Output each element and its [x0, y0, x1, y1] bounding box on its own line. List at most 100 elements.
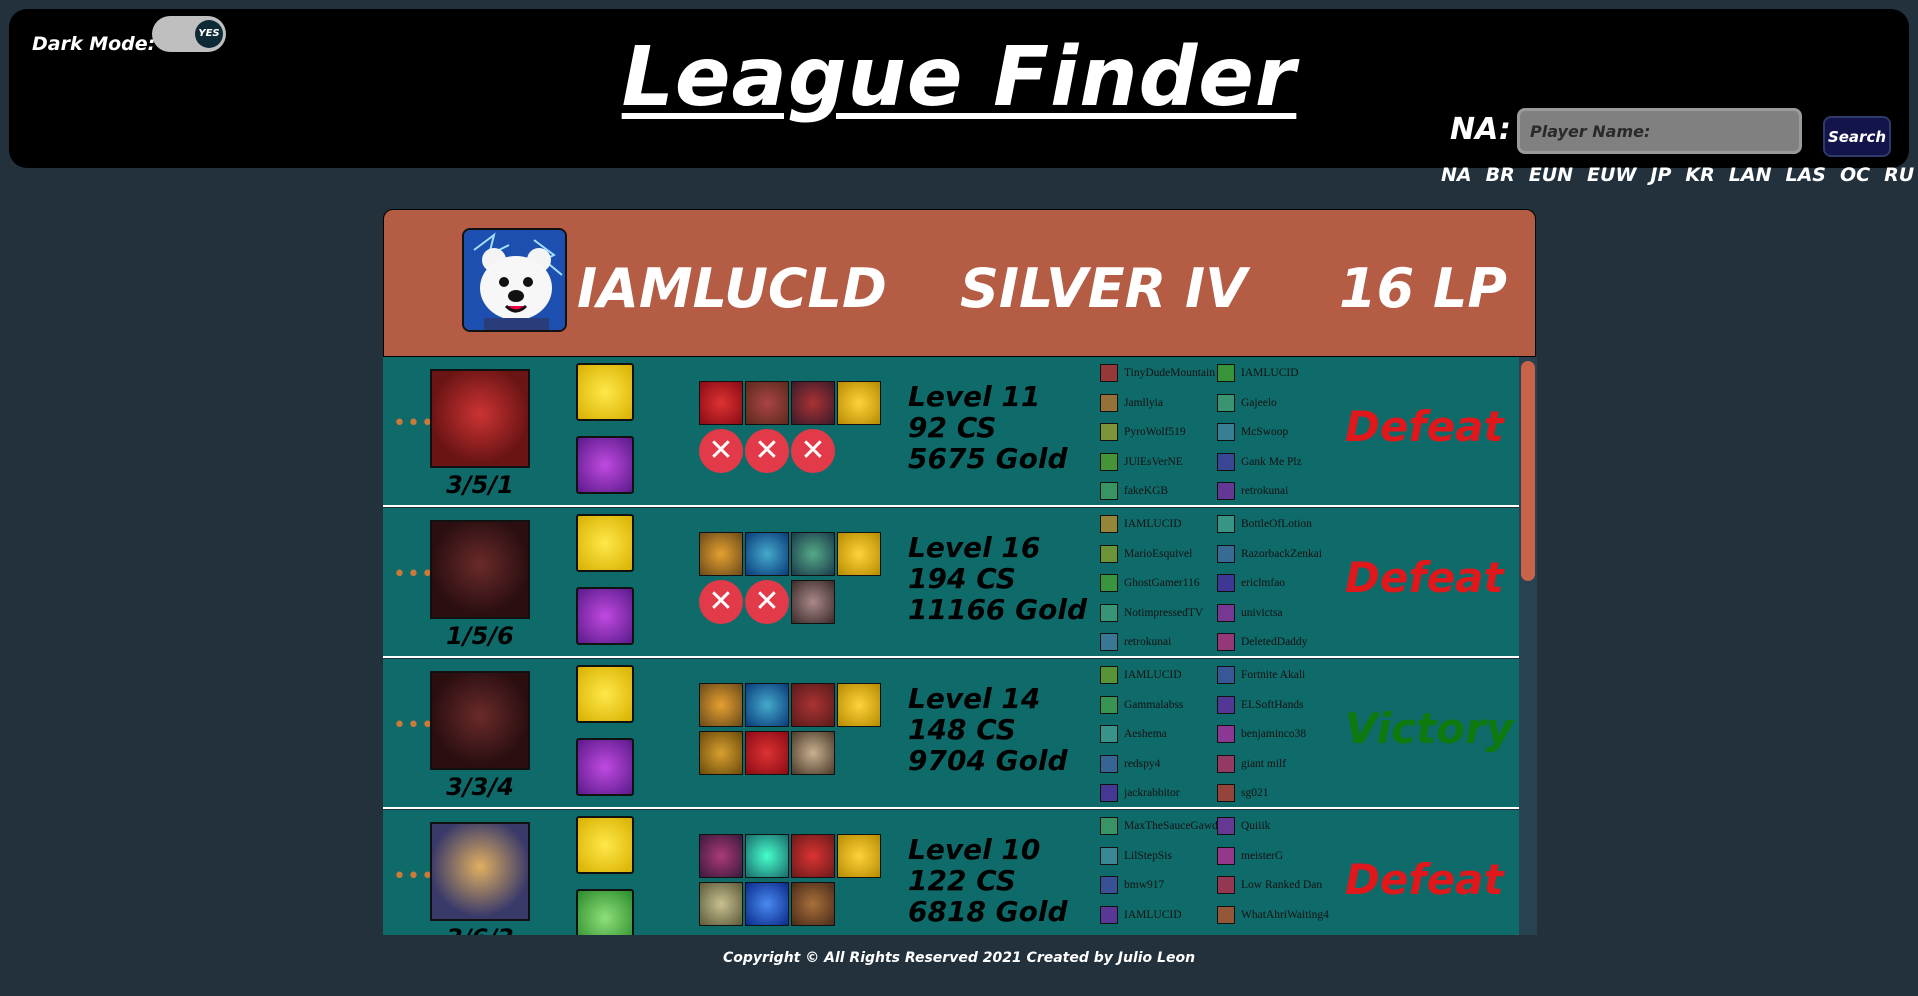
player-name[interactable]: giant milf	[1241, 758, 1341, 771]
player-name[interactable]: Fortnite Akali	[1241, 669, 1341, 682]
match-row: ••• 3/3/4 Level 14 148 CS 9704 Gold IAMLU…	[383, 659, 1519, 809]
player-entry[interactable]: GhostGamer116	[1100, 574, 1220, 600]
player-entry[interactable]: retrokunai	[1217, 482, 1337, 508]
player-entry[interactable]: LilStepSis	[1100, 846, 1220, 873]
player-name[interactable]: Gank Me Plz	[1241, 456, 1341, 469]
player-entry[interactable]: IAMLUCID	[1217, 364, 1337, 390]
player-name[interactable]: IAMLUCID	[1124, 909, 1224, 922]
player-entry[interactable]: TinyDudeMountain	[1100, 364, 1220, 390]
player-entry[interactable]: benjaminco38	[1217, 725, 1337, 751]
player-name[interactable]: LilStepSis	[1124, 850, 1224, 863]
player-name[interactable]: sg021	[1241, 787, 1341, 800]
region-link[interactable]: JP	[1650, 164, 1671, 186]
region-link[interactable]: BR	[1486, 164, 1515, 186]
region-link[interactable]: EUW	[1587, 164, 1636, 186]
more-options-icon[interactable]: •••	[393, 866, 434, 888]
player-name[interactable]: retrokunai	[1124, 636, 1224, 649]
player-entry[interactable]: Gammalabss	[1100, 695, 1220, 722]
more-options-icon[interactable]: •••	[393, 564, 434, 586]
player-name[interactable]: TinyDudeMountain	[1124, 367, 1224, 380]
scrollbar[interactable]	[1519, 357, 1537, 935]
player-entry[interactable]: Gank Me Plz	[1217, 452, 1337, 479]
player-entry[interactable]: ericlmfao	[1217, 574, 1337, 600]
player-entry[interactable]: meisterG	[1217, 846, 1337, 873]
player-entry[interactable]: bmw917	[1100, 876, 1220, 902]
player-name[interactable]: NotimpressedTV	[1124, 607, 1224, 620]
player-entry[interactable]: JUlEsVerNE	[1100, 452, 1220, 479]
player-entry[interactable]: fakeKGB	[1100, 482, 1220, 508]
player-name[interactable]: MarioEsquivel	[1124, 548, 1224, 561]
player-entry[interactable]: Aeshema	[1100, 725, 1220, 751]
player-name-input[interactable]	[1517, 108, 1802, 154]
player-name[interactable]: IAMLUCID	[1241, 367, 1341, 380]
site-title: League Finder	[621, 30, 1297, 125]
region-link[interactable]: LAN	[1729, 164, 1772, 186]
more-options-icon[interactable]: •••	[393, 715, 434, 737]
player-name[interactable]: bmw917	[1124, 879, 1224, 892]
player-name[interactable]: retrokunai	[1241, 485, 1341, 498]
player-entry[interactable]: BottleOfLotion	[1217, 515, 1337, 541]
player-name[interactable]: DeletedDaddy	[1241, 636, 1341, 649]
player-name[interactable]: univictsa	[1241, 607, 1341, 620]
player-name[interactable]: meisterG	[1241, 850, 1341, 863]
region-link[interactable]: RU	[1884, 164, 1914, 186]
player-name[interactable]: Gammalabss	[1124, 699, 1224, 712]
player-name[interactable]: Low Ranked Dan	[1241, 879, 1341, 892]
player-name[interactable]: IAMLUCID	[1124, 669, 1224, 682]
player-entry[interactable]: ELSoftHands	[1217, 695, 1337, 722]
player-entry[interactable]: sg021	[1217, 784, 1337, 810]
player-entry[interactable]: DeletedDaddy	[1217, 633, 1337, 659]
player-name[interactable]: Aeshema	[1124, 728, 1224, 741]
player-name[interactable]: Gajeelo	[1241, 397, 1341, 410]
player-name[interactable]: PyroWolf519	[1124, 426, 1224, 439]
player-entry[interactable]: IAMLUCID	[1100, 666, 1220, 692]
player-name[interactable]: Quiiik	[1241, 820, 1341, 833]
item-icon	[791, 834, 835, 878]
player-entry[interactable]: McSwoop	[1217, 423, 1337, 449]
player-entry[interactable]: PyroWolf519	[1100, 423, 1220, 449]
player-entry[interactable]: Low Ranked Dan	[1217, 876, 1337, 902]
player-name[interactable]: BottleOfLotion	[1241, 518, 1341, 531]
player-name[interactable]: redspy4	[1124, 758, 1224, 771]
player-entry[interactable]: univictsa	[1217, 603, 1337, 630]
region-link[interactable]: OC	[1840, 164, 1870, 186]
region-link[interactable]: KR	[1685, 164, 1714, 186]
player-name[interactable]: ericlmfao	[1241, 577, 1341, 590]
player-name[interactable]: ELSoftHands	[1241, 699, 1341, 712]
player-entry[interactable]: NotimpressedTV	[1100, 603, 1220, 630]
player-entry[interactable]: jackrabbitor	[1100, 784, 1220, 810]
player-entry[interactable]: IAMLUCID	[1100, 515, 1220, 541]
player-entry[interactable]: Quiiik	[1217, 817, 1337, 843]
search-button[interactable]: Search	[1823, 116, 1891, 157]
player-entry[interactable]: MaxTheSauceGawd	[1100, 817, 1220, 843]
player-name[interactable]: jackrabbitor	[1124, 787, 1224, 800]
player-entry[interactable]: RazorbackZenkai	[1217, 544, 1337, 571]
item-icon	[745, 683, 789, 727]
player-name[interactable]: benjaminco38	[1241, 728, 1341, 741]
player-entry[interactable]: WhatAhriWaiting4	[1217, 905, 1337, 932]
player-entry[interactable]: redspy4	[1100, 754, 1220, 781]
region-link[interactable]: EUN	[1529, 164, 1573, 186]
player-name[interactable]: RazorbackZenkai	[1241, 548, 1341, 561]
player-name[interactable]: GhostGamer116	[1124, 577, 1224, 590]
player-name[interactable]: MaxTheSauceGawd	[1124, 820, 1224, 833]
player-entry[interactable]: giant milf	[1217, 754, 1337, 781]
player-name[interactable]: fakeKGB	[1124, 485, 1224, 498]
match-history[interactable]: ••• 3/5/1 ✕ ✕ ✕ Level 11 92 CS 5675 Gold Tin…	[383, 357, 1537, 935]
more-options-icon[interactable]: •••	[393, 413, 434, 435]
player-entry[interactable]: retrokunai	[1100, 633, 1220, 659]
region-link[interactable]: LAS	[1786, 164, 1827, 186]
player-name[interactable]: JUlEsVerNE	[1124, 456, 1224, 469]
region-link[interactable]: NA	[1441, 164, 1472, 186]
player-entry[interactable]: Fortnite Akali	[1217, 666, 1337, 692]
player-entry[interactable]: IAMLUCID	[1100, 905, 1220, 932]
player-entry[interactable]: Jamllyia	[1100, 393, 1220, 420]
scrollbar-thumb[interactable]	[1521, 361, 1535, 581]
player-name[interactable]: IAMLUCID	[1124, 518, 1224, 531]
player-name[interactable]: WhatAhriWaiting4	[1241, 909, 1341, 922]
player-entry[interactable]: MarioEsquivel	[1100, 544, 1220, 571]
player-name[interactable]: McSwoop	[1241, 426, 1341, 439]
gold-label: 6818 Gold	[908, 895, 1068, 928]
player-name[interactable]: Jamllyia	[1124, 397, 1224, 410]
player-entry[interactable]: Gajeelo	[1217, 393, 1337, 420]
